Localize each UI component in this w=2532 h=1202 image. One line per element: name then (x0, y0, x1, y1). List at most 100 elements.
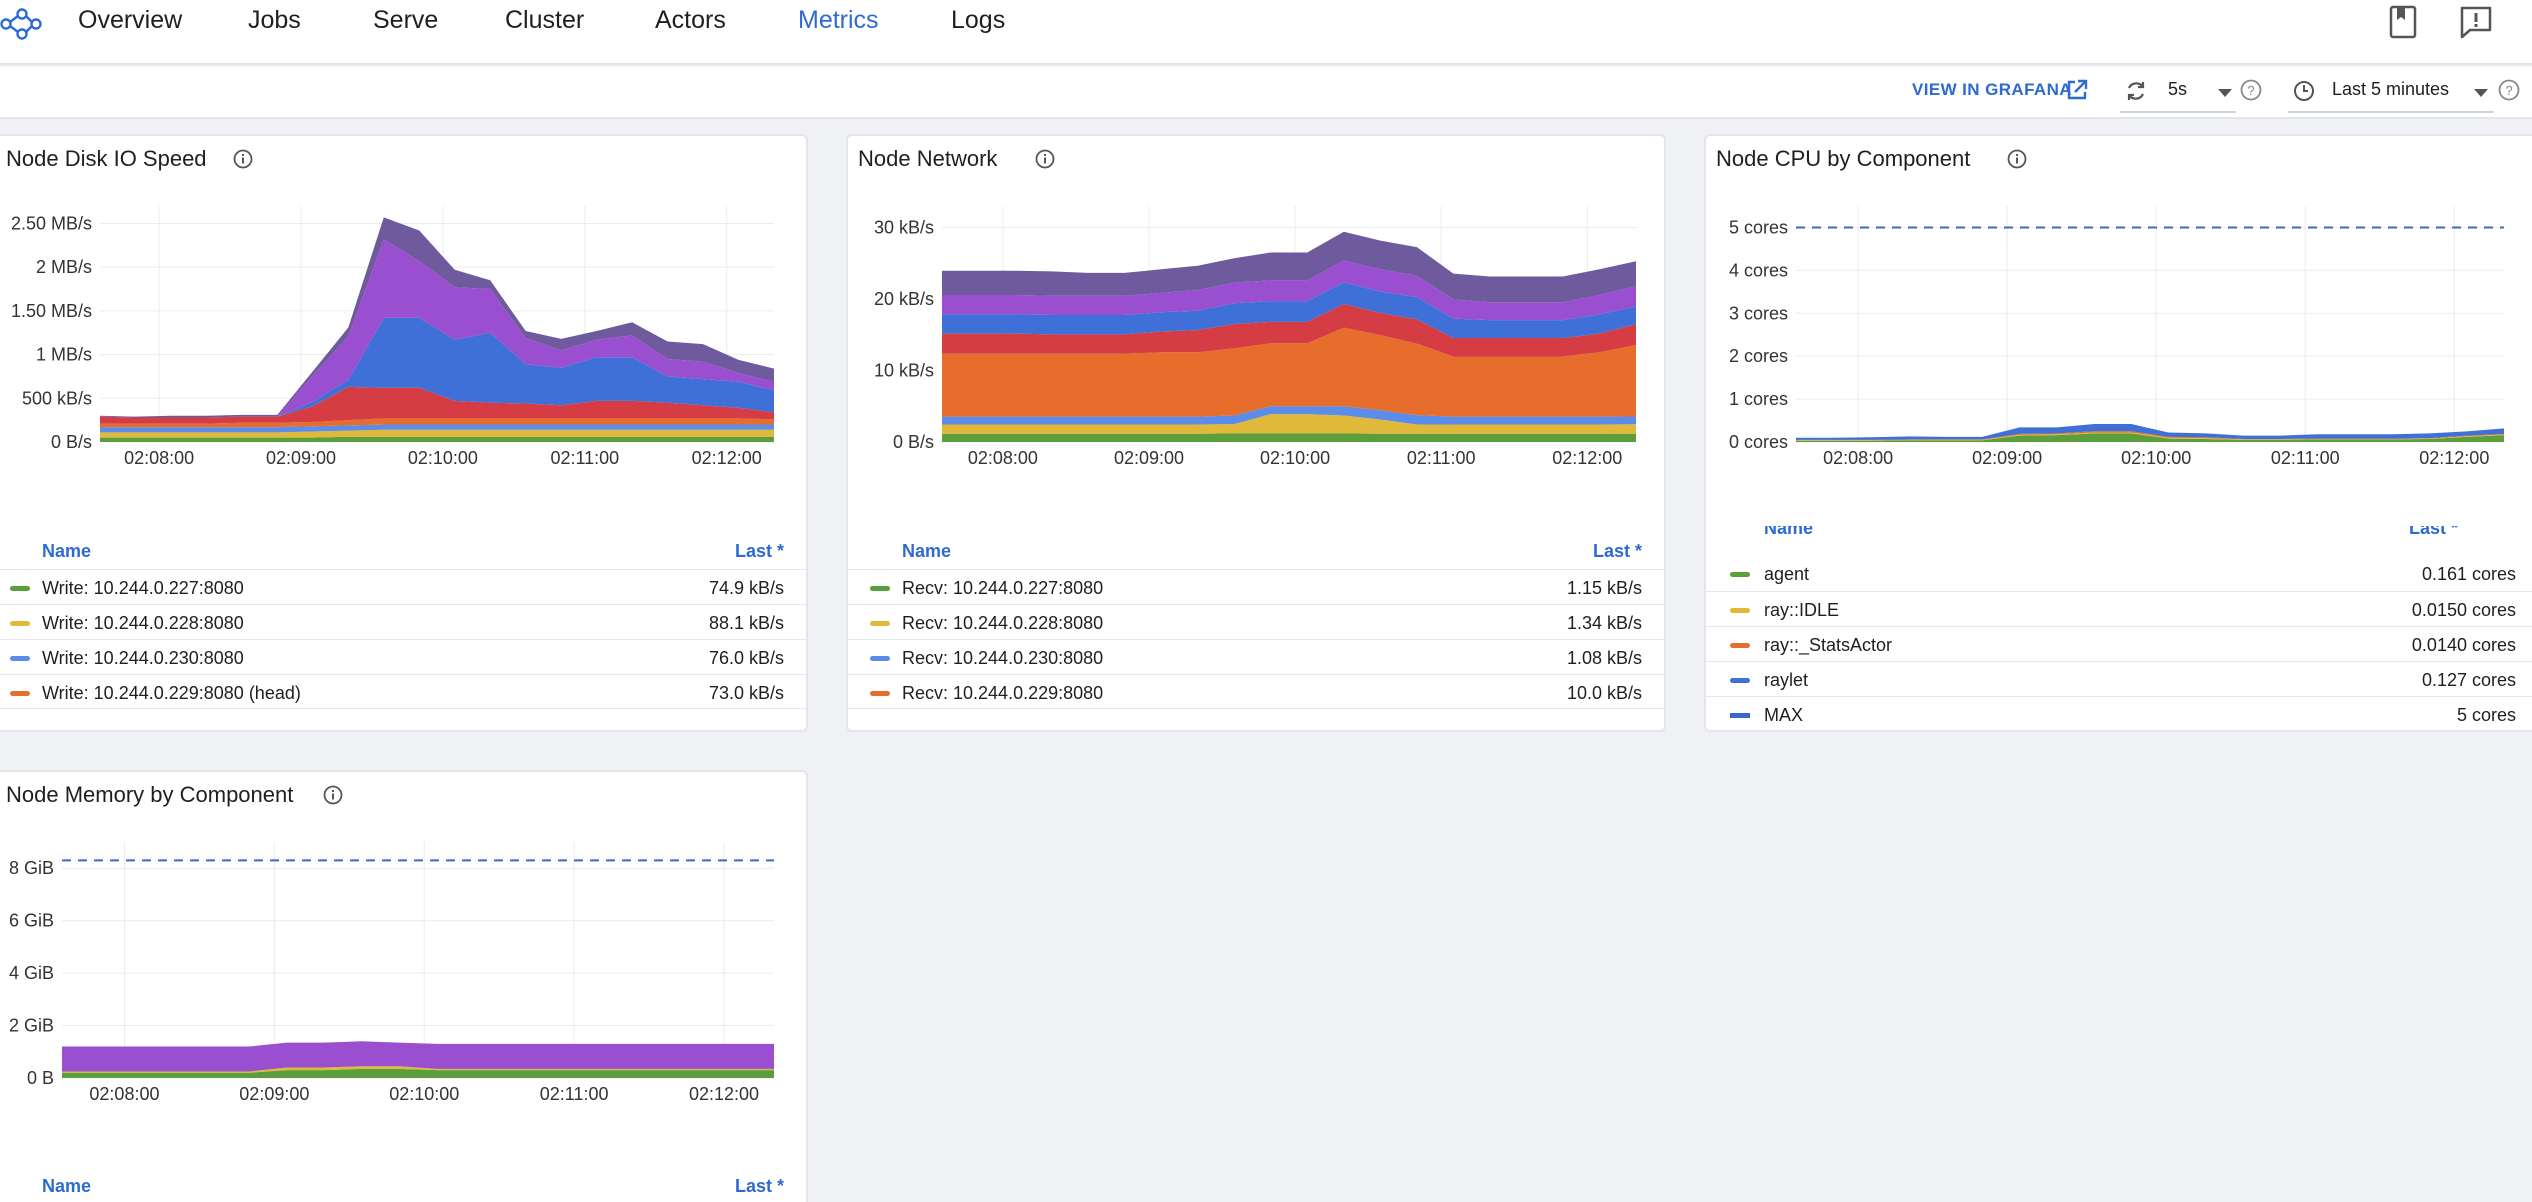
legend-last-header[interactable]: Last * (735, 541, 784, 562)
nav-jobs[interactable]: Jobs (248, 6, 301, 35)
legend-series-value: 1.08 kB/s (1566, 648, 1642, 668)
legend-series-name: MAX (1764, 705, 1804, 725)
legend-series-name: Recv: 10.244.0.227:8080 (902, 578, 1104, 598)
clock-icon (2294, 81, 2314, 101)
legend-series-value: 5 cores (2456, 705, 2516, 725)
legend-row[interactable]: raylet 0.127 cores (1706, 661, 2532, 696)
x-tick-label: 02:09:00 (1972, 448, 2042, 468)
legend-swatch (10, 691, 30, 696)
legend-series-value: 0.0140 cores (2411, 635, 2516, 655)
time-range-select[interactable]: Last 5 minutes (2288, 71, 2494, 113)
legend-series-name: ray::_StatsActor (1764, 635, 1893, 655)
legend-row[interactable]: Write: 10.244.0.228:8080 88.1 kB/s (0, 604, 806, 639)
info-icon[interactable] (2006, 148, 2028, 170)
x-tick-label: 02:12:00 (689, 1084, 759, 1104)
y-tick-label: 0 B/s (893, 432, 934, 452)
legend-swatch (1730, 608, 1750, 613)
legend-name-header[interactable]: Name (42, 541, 91, 562)
legend-row[interactable]: Recv: 10.244.0.227:8080 1.15 kB/s (848, 569, 1664, 604)
legend-last-header[interactable]: Last * (1593, 541, 1642, 562)
nav-logs[interactable]: Logs (951, 6, 1005, 35)
x-tick-label: 02:08:00 (968, 448, 1038, 468)
legend-swatch (1730, 713, 1750, 718)
legend-row[interactable]: Write: 10.244.0.227:8080 74.9 kB/s (0, 569, 806, 604)
legend-series-value: 1.15 kB/s (1566, 578, 1642, 598)
legend-series-value: 88.1 kB/s (708, 613, 784, 633)
memory-panel: Node Memory by Component 0 B 2 GiB 4 GiB 6 … (0, 770, 808, 1202)
legend-row[interactable]: ray::IDLE 0.0150 cores (1706, 591, 2532, 626)
y-tick-label: 4 cores (1729, 260, 1788, 280)
nav-overview[interactable]: Overview (78, 6, 182, 35)
legend-name-header[interactable]: Name (42, 1176, 91, 1197)
legend-series-value: 10.0 kB/s (1566, 683, 1642, 703)
feedback-icon[interactable] (2458, 4, 2494, 40)
nav-actors[interactable]: Actors (655, 6, 726, 35)
panel-title: Node Disk IO Speed (6, 146, 207, 171)
y-tick-label: 6 GiB (9, 911, 54, 931)
x-tick-label: 02:09:00 (266, 448, 336, 468)
y-tick-label: 0 cores (1729, 432, 1788, 452)
y-tick-label: 500 kB/s (22, 388, 92, 408)
x-tick-label: 02:09:00 (239, 1084, 309, 1104)
legend-row[interactable]: Write: 10.244.0.229:8080 (head) 73.0 kB/… (0, 674, 806, 709)
legend-series-name: Write: 10.244.0.227:8080 (42, 578, 244, 598)
y-tick-label: 2 GiB (9, 1016, 54, 1036)
x-tick-label: 02:09:00 (1114, 448, 1184, 468)
nav-metrics[interactable]: Metrics (798, 6, 879, 35)
time-range-help-icon[interactable]: ? (2497, 78, 2521, 102)
y-tick-label: 2 MB/s (36, 257, 92, 277)
memory-chart: 0 B 2 GiB 4 GiB 6 GiB 8 GiB 02:08:00 02:09:00 0… (9, 842, 774, 1104)
legend-series-value: 1.34 kB/s (1566, 613, 1642, 633)
legend-swatch (1730, 572, 1750, 577)
legend-row[interactable]: MAX 5 cores (1706, 696, 2532, 730)
legend-series-value: 0.0150 cores (2411, 600, 2516, 620)
x-tick-label: 02:12:00 (1552, 448, 1622, 468)
legend-swatch (870, 586, 890, 591)
disk-io-panel: Node Disk IO Speed 0 B/s 500 kB/s 1 MB/s 1.… (0, 134, 808, 732)
x-tick-label: 02:10:00 (2121, 448, 2191, 468)
y-tick-label: 30 kB/s (874, 217, 934, 237)
x-tick-label: 02:08:00 (89, 1084, 159, 1104)
refresh-interval-select[interactable]: 5s (2120, 71, 2236, 113)
legend-row[interactable]: Write: 10.244.0.230:8080 76.0 kB/s (0, 639, 806, 674)
series-area (62, 1041, 774, 1072)
x-tick-label: 02:10:00 (1260, 448, 1330, 468)
legend-series-name: agent (1764, 564, 1810, 584)
legend-series-name: Write: 10.244.0.228:8080 (42, 613, 244, 633)
nav-serve[interactable]: Serve (373, 6, 438, 35)
x-tick-label: 02:11:00 (540, 1084, 609, 1104)
legend-swatch (1730, 678, 1750, 683)
x-tick-label: 02:08:00 (124, 448, 194, 468)
legend-row[interactable]: ray::_StatsActor 0.0140 cores (1706, 626, 2532, 661)
legend-row[interactable]: Recv: 10.244.0.229:8080 10.0 kB/s (848, 674, 1664, 709)
x-tick-label: 02:12:00 (2419, 448, 2489, 468)
docs-book-icon[interactable] (2385, 4, 2421, 40)
x-tick-label: 02:11:00 (2271, 448, 2340, 468)
info-icon[interactable] (322, 784, 344, 806)
svg-text:?: ? (2247, 83, 2254, 98)
refresh-help-icon[interactable]: ? (2239, 78, 2263, 102)
y-tick-label: 2.50 MB/s (11, 213, 92, 233)
nav-cluster[interactable]: Cluster (505, 6, 584, 35)
y-tick-label: 1.50 MB/s (11, 301, 92, 321)
legend-series-value: 74.9 kB/s (708, 578, 784, 598)
external-link-icon[interactable] (2064, 77, 2090, 103)
x-tick-label: 02:08:00 (1823, 448, 1893, 468)
refresh-interval-value: 5s (2168, 79, 2188, 99)
legend-swatch (1730, 643, 1750, 648)
legend-last-header[interactable]: Last * (2409, 526, 2458, 539)
legend-name-header[interactable]: Name (1764, 526, 1813, 539)
legend-row[interactable]: agent 0.161 cores (1706, 556, 2532, 591)
legend-name-header[interactable]: Name (902, 541, 951, 562)
y-tick-label: 2 cores (1729, 346, 1788, 366)
info-icon[interactable] (232, 148, 254, 170)
legend-row[interactable]: Recv: 10.244.0.228:8080 1.34 kB/s (848, 604, 1664, 639)
ray-logo-icon[interactable] (0, 2, 44, 46)
info-icon[interactable] (1034, 148, 1056, 170)
legend-last-header[interactable]: Last * (735, 1176, 784, 1197)
panel-title: Node Memory by Component (6, 782, 294, 807)
legend-series-value: 76.0 kB/s (708, 648, 784, 668)
x-tick-label: 02:10:00 (389, 1084, 459, 1104)
view-in-grafana-link[interactable]: VIEW IN GRAFANA (1912, 80, 2072, 100)
legend-row[interactable]: Recv: 10.244.0.230:8080 1.08 kB/s (848, 639, 1664, 674)
